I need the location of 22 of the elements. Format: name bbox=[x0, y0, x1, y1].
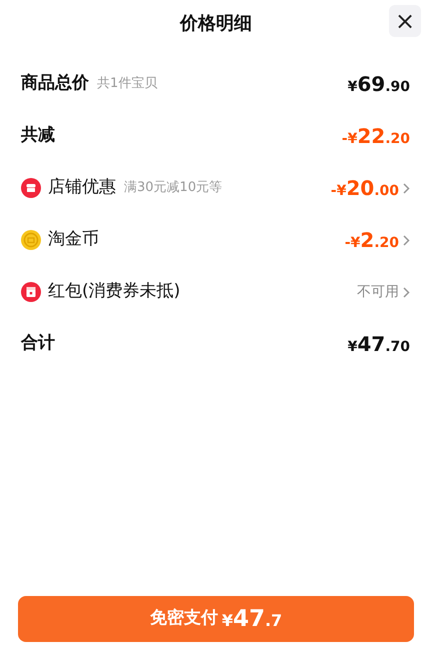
chevron-right-icon[interactable] bbox=[403, 234, 410, 246]
sheet-title: 价格明细 bbox=[180, 12, 252, 36]
price-text: -¥22.20 bbox=[342, 123, 410, 150]
row-label: 淘金币 bbox=[48, 228, 99, 252]
row-label: 合计 bbox=[21, 332, 55, 356]
row-label: 共减 bbox=[21, 124, 55, 148]
row-note: 满30元减10元等 bbox=[124, 179, 222, 198]
row-note: 共1件宝贝 bbox=[97, 75, 158, 94]
envelope-icon bbox=[21, 282, 41, 302]
row-label: 红包(消费券未抵) bbox=[48, 280, 180, 304]
row-label: 商品总价 bbox=[21, 72, 89, 96]
close-button[interactable]: × bbox=[389, 5, 421, 37]
price-text: ¥47.70 bbox=[348, 331, 410, 358]
price-text: -¥2.20 bbox=[344, 227, 399, 254]
store-icon bbox=[21, 178, 41, 198]
chevron-right-icon[interactable] bbox=[403, 182, 410, 194]
price-text: -¥20.00 bbox=[330, 175, 399, 202]
price-text: ¥69.90 bbox=[348, 71, 410, 98]
row-label: 店铺优惠 bbox=[48, 176, 116, 200]
status-text: 不可用 bbox=[357, 282, 399, 302]
coin-icon bbox=[21, 230, 41, 250]
chevron-right-icon[interactable] bbox=[403, 286, 410, 298]
